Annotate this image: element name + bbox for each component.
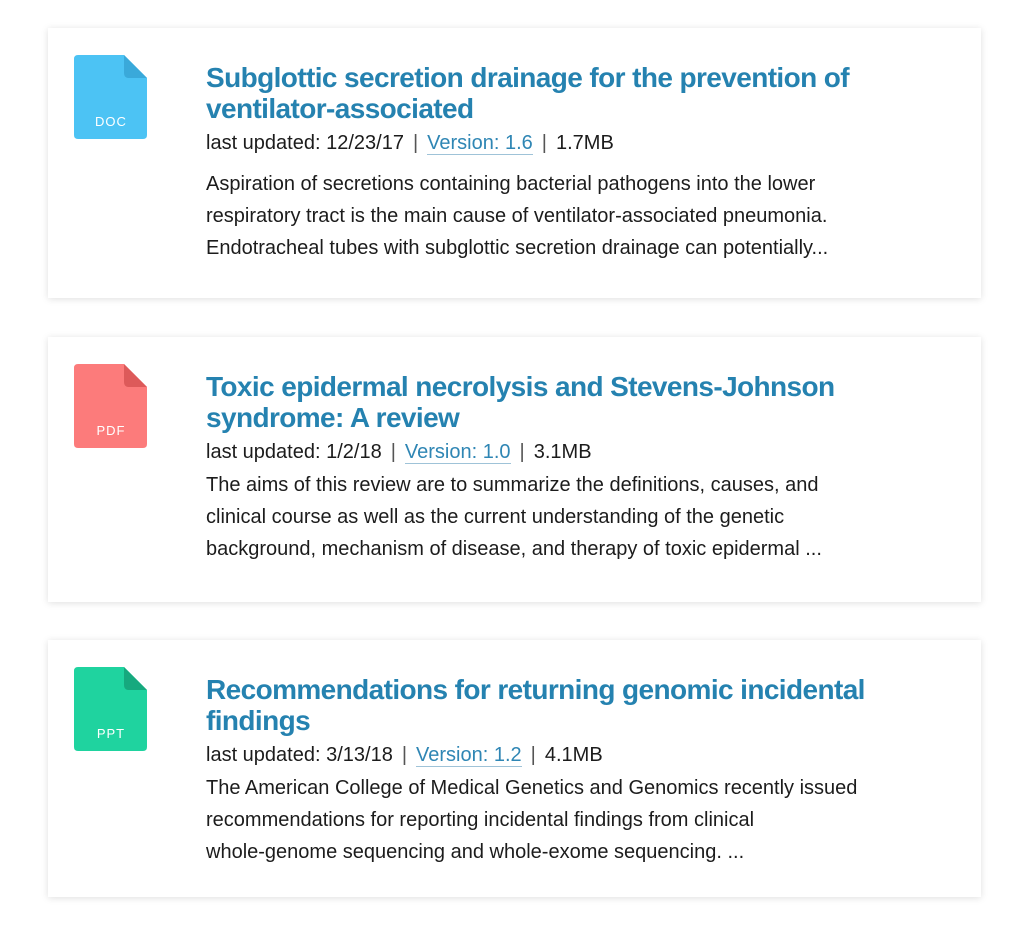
document-title-link[interactable]: Recommendations for returning genomic in… — [206, 674, 956, 736]
document-description: The American College of Medical Genetics… — [206, 772, 956, 868]
document-description: Aspiration of secretions containing bact… — [206, 168, 956, 264]
last-updated: last updated: 1/2/18 — [206, 441, 382, 463]
pdf-file-icon[interactable]: PDF — [74, 364, 147, 448]
document-card: PDF Toxic epidermal necrolysis and Steve… — [48, 337, 981, 602]
file-size: 3.1MB — [533, 441, 592, 463]
description-line: background, mechanism of disease, and th… — [206, 538, 822, 560]
description-line: whole-genome sequencing and whole-exome … — [206, 841, 745, 863]
doc-file-icon[interactable]: DOC — [74, 55, 147, 139]
description-line: recommendations for reporting incidental… — [206, 809, 755, 831]
description-line: The American College of Medical Genetics… — [206, 777, 858, 799]
file-fold — [124, 55, 147, 78]
description-line: Aspiration of secretions containing bact… — [206, 173, 816, 195]
document-meta: last updated: 3/13/18 | Version: 1.2 | 4.1MB — [206, 742, 956, 768]
description-line: Endotracheal tubes with subglottic secre… — [206, 237, 829, 259]
file-type-label: PPT — [97, 726, 125, 741]
version-link[interactable]: Version: 1.0 — [404, 441, 511, 464]
meta-separator: | — [412, 132, 419, 154]
description-line: clinical course as well as the current u… — [206, 506, 785, 528]
document-title-link[interactable]: Toxic epidermal necrolysis and Stevens-J… — [206, 371, 956, 433]
file-size: 4.1MB — [544, 744, 603, 766]
meta-separator: | — [390, 441, 396, 463]
document-card: DOC Subglottic secretion drainage for th… — [48, 28, 981, 298]
version-link[interactable]: Version: 1.6 — [427, 132, 533, 155]
file-fold — [124, 667, 147, 690]
document-meta: last updated: 1/2/18 | Version: 1.0 | 3.1MB — [206, 439, 956, 465]
file-type-label: PDF — [97, 423, 126, 438]
ppt-file-icon[interactable]: PPT — [74, 667, 147, 751]
description-line: The aims of this review are to summarize… — [206, 474, 819, 496]
meta-separator: | — [401, 744, 408, 766]
meta-separator: | — [541, 132, 547, 154]
document-description: The aims of this review are to summarize… — [206, 469, 956, 565]
description-line: respiratory tract is the main cause of v… — [206, 205, 828, 227]
file-fold — [124, 364, 147, 387]
document-card: PPT Recommendations for returning genomi… — [48, 640, 981, 897]
file-type-label: DOC — [95, 114, 127, 129]
last-updated: last updated: 3/13/18 — [206, 744, 393, 766]
meta-separator: | — [519, 441, 525, 463]
document-title-link[interactable]: Subglottic secretion drainage for the pr… — [206, 62, 956, 124]
version-link[interactable]: Version: 1.2 — [416, 744, 522, 767]
document-meta: last updated: 12/23/17 | Version: 1.6 | 1.7M… — [206, 130, 956, 156]
meta-separator: | — [530, 744, 536, 766]
file-size: 1.7MB — [555, 132, 614, 154]
last-updated: last updated: 12/23/17 — [206, 132, 404, 154]
